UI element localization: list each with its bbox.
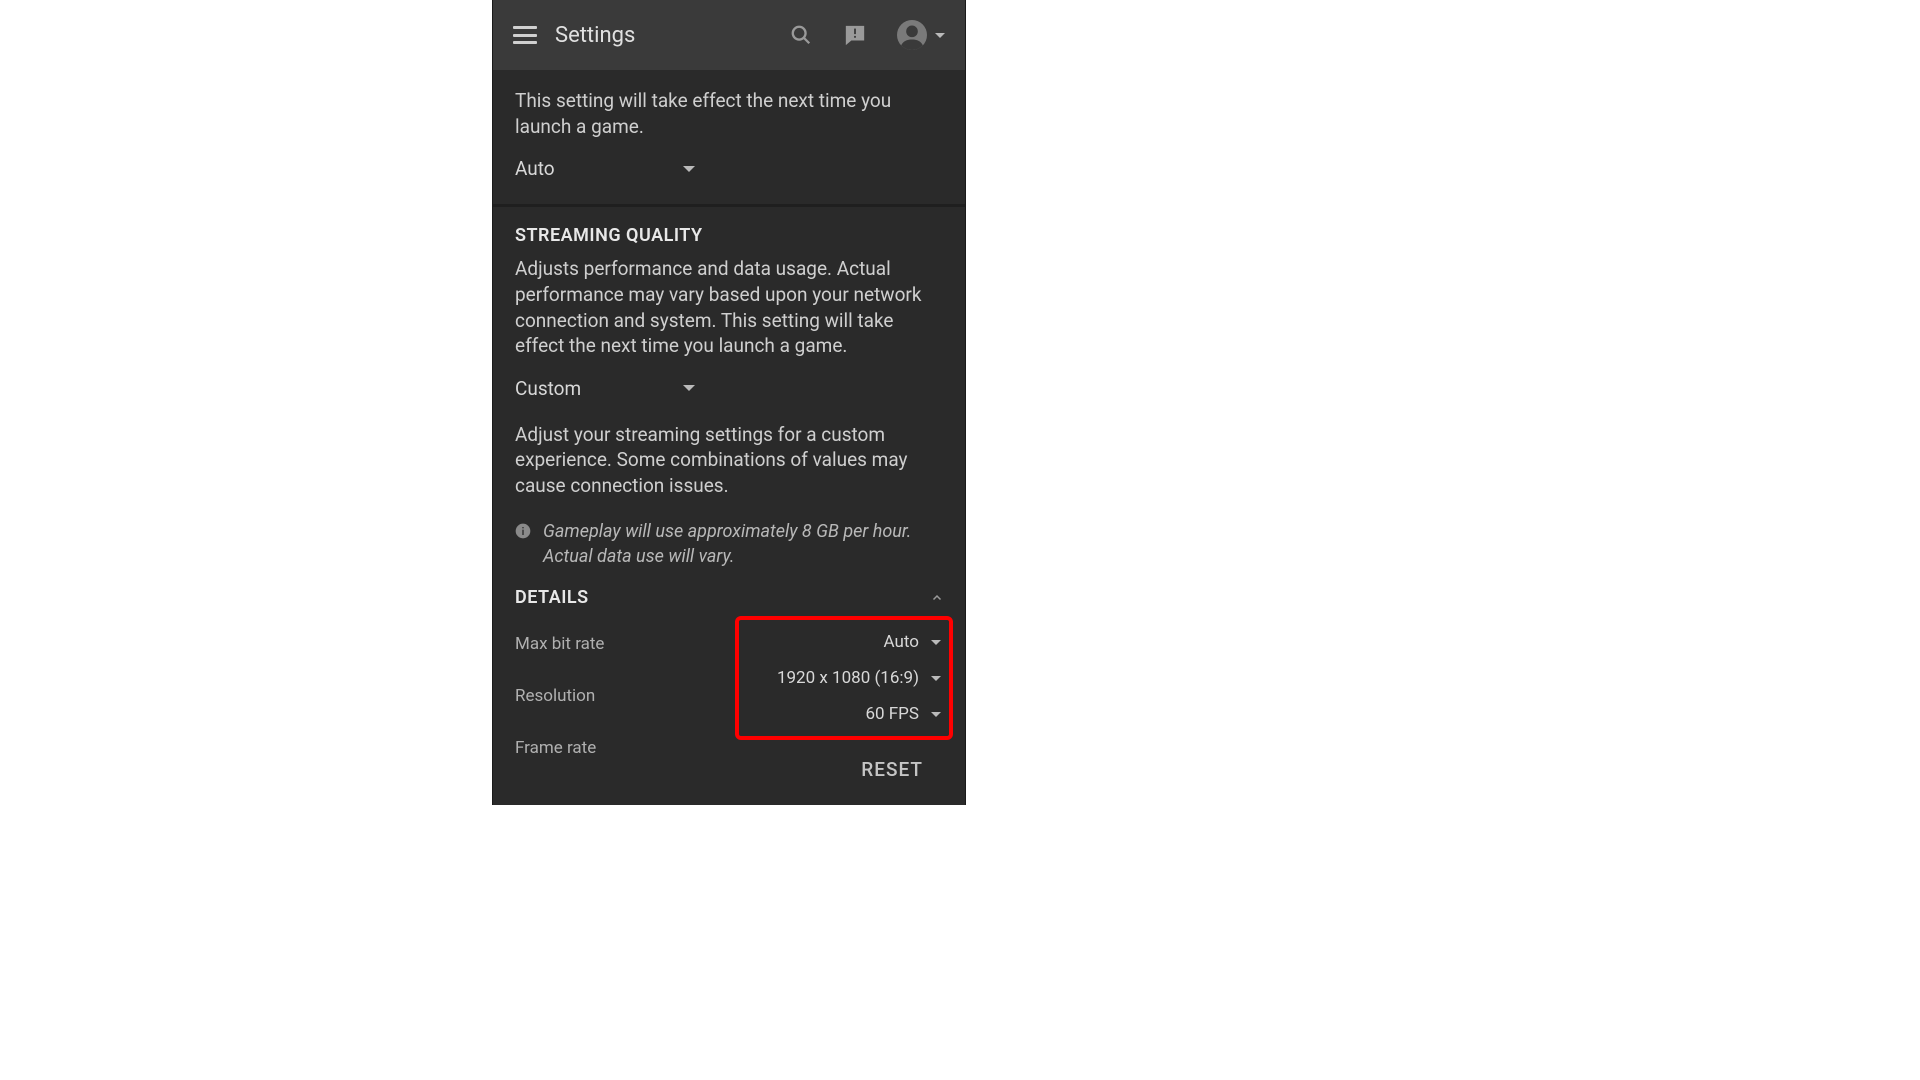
detail-value: Auto xyxy=(884,632,919,652)
chevron-down-icon xyxy=(931,676,941,681)
reset-button[interactable]: RESET xyxy=(861,758,923,781)
settings-panel: Settings xyxy=(492,0,966,805)
section-heading: STREAMING QUALITY xyxy=(515,225,943,246)
chevron-down-icon xyxy=(931,640,941,645)
dropdown-frame-rate[interactable]: 60 FPS xyxy=(747,696,941,732)
setting-description: This setting will take effect the next t… xyxy=(515,88,943,139)
chevron-down-icon xyxy=(931,712,941,717)
chevron-down-icon xyxy=(683,166,695,172)
search-icon[interactable] xyxy=(789,23,813,47)
info-text: Gameplay will use approximately 8 GB per… xyxy=(543,519,943,569)
dropdown-auto[interactable]: Auto xyxy=(515,157,695,180)
avatar-icon xyxy=(897,20,927,50)
dropdown-quality[interactable]: Custom xyxy=(515,377,695,400)
chevron-up-icon xyxy=(931,592,943,604)
settings-body: This setting will take effect the next t… xyxy=(493,70,965,805)
chevron-down-icon xyxy=(683,385,695,391)
setting-description: Adjusts performance and data usage. Actu… xyxy=(515,256,943,359)
detail-label: Frame rate xyxy=(515,738,596,758)
dropdown-value: Auto xyxy=(515,157,555,180)
detail-label: Max bit rate xyxy=(515,634,604,654)
header-actions xyxy=(789,20,945,50)
chevron-down-icon xyxy=(935,33,945,38)
feedback-icon[interactable] xyxy=(843,23,867,47)
detail-value: 1920 x 1080 (16:9) xyxy=(777,668,919,688)
app-header: Settings xyxy=(493,0,965,70)
custom-description: Adjust your streaming settings for a cus… xyxy=(515,422,943,499)
details-header[interactable]: DETAILS xyxy=(515,587,943,608)
section-streaming-quality: STREAMING QUALITY Adjusts performance an… xyxy=(493,207,965,805)
dropdown-max-bitrate[interactable]: Auto xyxy=(747,624,941,660)
page-title: Settings xyxy=(555,23,771,48)
dropdown-resolution[interactable]: 1920 x 1080 (16:9) xyxy=(747,660,941,696)
info-icon xyxy=(515,523,531,539)
profile-menu[interactable] xyxy=(897,20,945,50)
detail-label: Resolution xyxy=(515,686,595,706)
highlighted-settings: Auto 1920 x 1080 (16:9) 60 FPS xyxy=(735,616,953,740)
dropdown-value: Custom xyxy=(515,377,581,400)
data-usage-note: Gameplay will use approximately 8 GB per… xyxy=(515,519,943,569)
details-title: DETAILS xyxy=(515,587,589,608)
details-block: Max bit rate Resolution Frame rate Auto … xyxy=(515,616,943,740)
section-previous: This setting will take effect the next t… xyxy=(493,70,965,207)
menu-icon[interactable] xyxy=(513,26,537,44)
detail-value: 60 FPS xyxy=(865,704,919,724)
